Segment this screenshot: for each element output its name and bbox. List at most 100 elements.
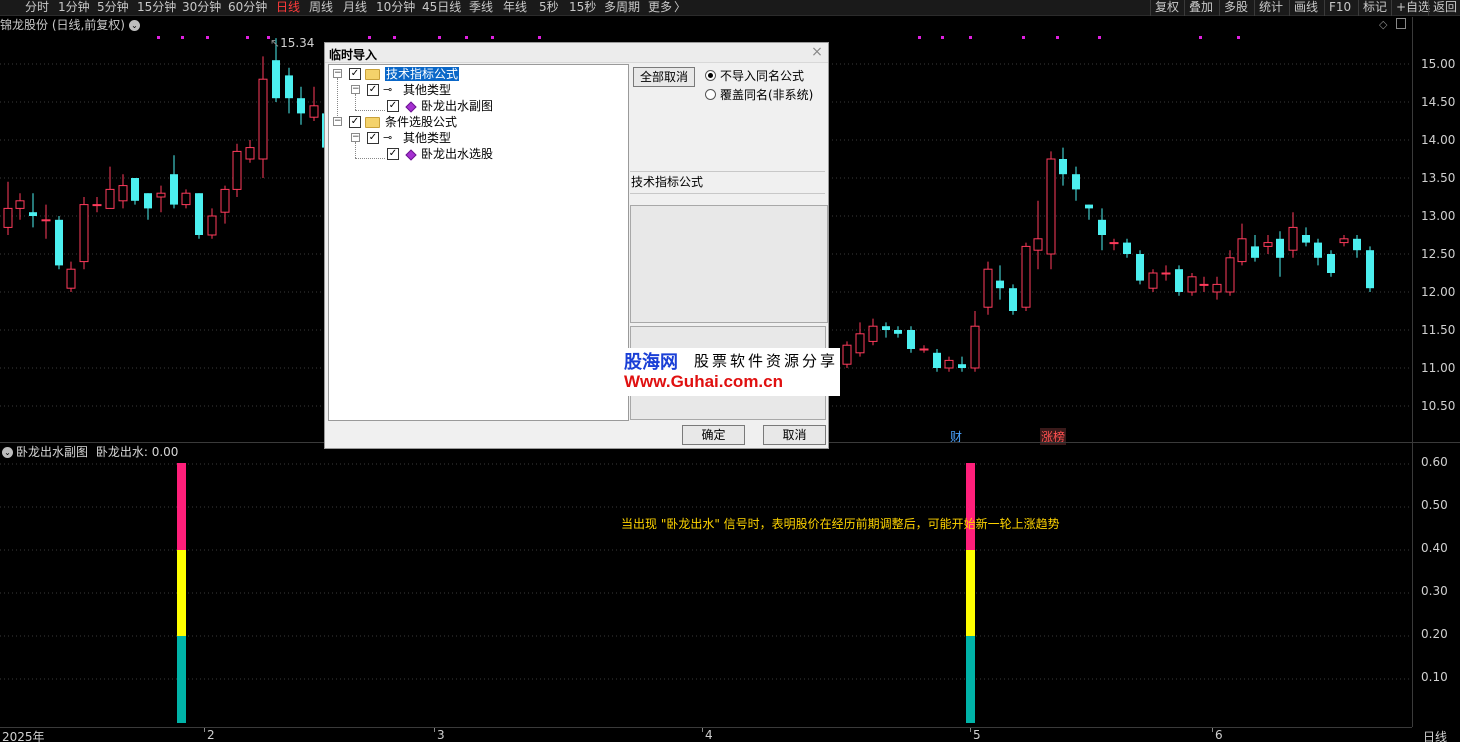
candle[interactable]	[309, 86, 319, 121]
ok-button[interactable]: 确定	[682, 425, 745, 445]
indicator-chart[interactable]	[0, 460, 1412, 727]
candle[interactable]	[105, 166, 115, 209]
candle[interactable]	[131, 178, 139, 205]
period-tab[interactable]: 15分钟	[137, 0, 176, 16]
tree-checkbox[interactable]: ✓	[349, 68, 361, 80]
candle[interactable]	[1263, 235, 1273, 254]
candle[interactable]	[1059, 147, 1067, 186]
statistics-button[interactable]: 统计	[1254, 0, 1283, 16]
candle[interactable]	[1123, 238, 1131, 258]
adjust-button[interactable]: 复权	[1150, 0, 1179, 16]
cancel-all-button[interactable]: 全部取消	[633, 67, 695, 87]
period-tab[interactable]: 1分钟	[58, 0, 90, 16]
period-tab[interactable]: 15秒	[569, 0, 596, 16]
signal-bar[interactable]	[966, 463, 975, 723]
candle[interactable]	[29, 193, 37, 228]
candle[interactable]	[907, 326, 915, 353]
chevron-right-icon[interactable]: 〉	[674, 0, 686, 16]
candle[interactable]	[232, 143, 242, 197]
candle[interactable]	[55, 216, 63, 270]
candle[interactable]	[1212, 276, 1222, 300]
candle[interactable]	[207, 208, 217, 239]
tree-item-tech-formula[interactable]: 技术指标公式	[385, 66, 460, 82]
period-tab[interactable]: 60分钟	[228, 0, 267, 16]
candle[interactable]	[1175, 265, 1183, 296]
candle[interactable]	[220, 185, 230, 224]
candle[interactable]	[842, 341, 852, 368]
candle[interactable]	[1353, 235, 1361, 258]
candle[interactable]	[1009, 284, 1017, 315]
chevron-down-icon[interactable]: ⌄	[129, 20, 140, 31]
period-tab[interactable]: 分时	[25, 0, 49, 16]
candle[interactable]	[933, 349, 941, 372]
candle[interactable]	[1327, 250, 1335, 277]
period-tab[interactable]: 季线	[469, 0, 493, 16]
period-tab-active[interactable]: 日线	[276, 0, 300, 16]
window-icon[interactable]	[1396, 18, 1406, 29]
candle[interactable]	[118, 174, 128, 209]
candle[interactable]	[1302, 227, 1310, 247]
candle[interactable]	[1366, 246, 1374, 292]
tree-item-other-type[interactable]: 其他类型	[403, 82, 451, 98]
candle[interactable]	[144, 193, 152, 220]
period-tab[interactable]: 更多	[648, 0, 672, 16]
draw-line-button[interactable]: 画线	[1289, 0, 1318, 16]
candle[interactable]	[970, 311, 980, 372]
candle[interactable]	[983, 261, 993, 315]
candle[interactable]	[66, 261, 76, 292]
candle[interactable]	[894, 326, 902, 338]
candle[interactable]	[1225, 250, 1235, 296]
candle[interactable]	[170, 155, 178, 209]
candle[interactable]	[855, 322, 865, 357]
candle[interactable]	[1251, 235, 1259, 262]
period-tab[interactable]: 10分钟	[376, 0, 415, 16]
candle[interactable]	[1237, 223, 1247, 266]
candle[interactable]	[285, 67, 293, 114]
period-tab[interactable]: 月线	[343, 0, 367, 16]
candle[interactable]	[79, 197, 89, 270]
back-button[interactable]: 返回	[1428, 0, 1457, 16]
candle[interactable]	[1136, 250, 1144, 285]
candle[interactable]	[41, 204, 51, 239]
formula-tree[interactable]: − ✓ 技术指标公式 − ✓ ⊸ 其他类型 ✓ 卧龙出水副图 − ✓ 条件选股公…	[328, 64, 629, 421]
diamond-icon[interactable]: ◇	[1379, 18, 1387, 31]
cancel-button[interactable]: 取消	[763, 425, 826, 445]
period-tab[interactable]: 多周期	[604, 0, 640, 16]
candle[interactable]	[1187, 273, 1197, 296]
radio-no-import[interactable]	[705, 70, 716, 81]
candle[interactable]	[1072, 166, 1080, 201]
tree-checkbox[interactable]: ✓	[349, 116, 361, 128]
candle[interactable]	[181, 189, 191, 209]
candle[interactable]	[1161, 265, 1171, 281]
radio-overwrite-label[interactable]: 覆盖同名(非系统)	[720, 86, 813, 103]
dialog-titlebar[interactable]: 临时导入 ×	[325, 43, 828, 63]
f10-button[interactable]: F10	[1324, 0, 1351, 16]
candle[interactable]	[868, 318, 878, 346]
candle[interactable]	[1085, 204, 1093, 220]
candle[interactable]	[1109, 238, 1119, 251]
candle[interactable]	[919, 345, 929, 353]
candle[interactable]	[1314, 238, 1322, 266]
collapse-toggle[interactable]: −	[333, 117, 342, 126]
candle[interactable]	[156, 185, 166, 213]
close-icon[interactable]: ×	[810, 44, 824, 60]
tree-checkbox[interactable]: ✓	[387, 100, 399, 112]
period-tab[interactable]: 年线	[503, 0, 527, 16]
candle[interactable]	[996, 265, 1004, 300]
mark-button[interactable]: 标记	[1358, 0, 1387, 16]
tree-item-other-type[interactable]: 其他类型	[403, 130, 451, 146]
candle[interactable]	[1098, 208, 1106, 251]
period-tab[interactable]: 30分钟	[182, 0, 221, 16]
candle[interactable]	[245, 140, 255, 163]
candle[interactable]	[3, 181, 13, 235]
candle[interactable]	[258, 56, 268, 178]
candle[interactable]	[958, 356, 966, 372]
candle[interactable]	[92, 197, 102, 213]
radio-no-import-label[interactable]: 不导入同名公式	[720, 67, 804, 84]
tree-checkbox[interactable]: ✓	[367, 84, 379, 96]
add-watchlist-button[interactable]: +自选	[1391, 0, 1430, 16]
collapse-toggle[interactable]: −	[333, 69, 342, 78]
tree-item-leaf[interactable]: 卧龙出水选股	[421, 146, 493, 162]
chevron-down-icon[interactable]: ⌄	[2, 447, 13, 458]
candle[interactable]	[1288, 212, 1298, 258]
